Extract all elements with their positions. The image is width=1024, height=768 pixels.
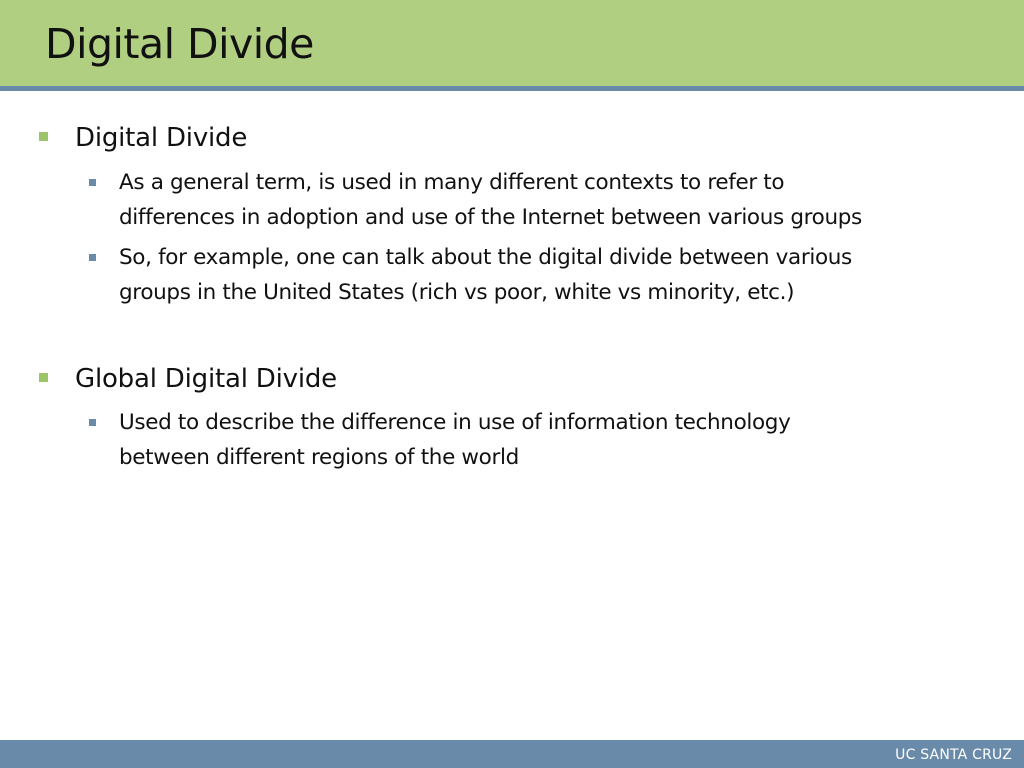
slide: Digital Divide Digital Divide As a gener… bbox=[0, 0, 1024, 768]
square-bullet-icon bbox=[39, 373, 48, 382]
footer-bar: UC SANTA CRUZ bbox=[0, 740, 1024, 768]
title-divider bbox=[0, 86, 1024, 91]
square-bullet-icon bbox=[89, 254, 96, 261]
bullet-heading: Global Digital Divide bbox=[75, 364, 337, 394]
text-line: groups in the United States (rich vs poo… bbox=[119, 280, 795, 305]
footer-label: UC SANTA CRUZ bbox=[895, 747, 1012, 763]
slide-title: Digital Divide bbox=[45, 20, 314, 68]
text-line: differences in adoption and use of the I… bbox=[119, 205, 862, 230]
text-line: So, for example, one can talk about the … bbox=[119, 245, 852, 270]
square-bullet-icon bbox=[89, 179, 96, 186]
bullet-heading: Digital Divide bbox=[75, 123, 248, 153]
sub-bullet-text: So, for example, one can talk about the … bbox=[119, 240, 999, 310]
square-bullet-icon bbox=[39, 132, 48, 141]
sub-bullet-text: Used to describe the difference in use o… bbox=[119, 405, 999, 475]
text-line: As a general term, is used in many diffe… bbox=[119, 170, 785, 195]
title-bar: Digital Divide bbox=[0, 0, 1024, 86]
sub-bullet-text: As a general term, is used in many diffe… bbox=[119, 165, 999, 235]
text-line: between different regions of the world bbox=[119, 445, 519, 470]
square-bullet-icon bbox=[89, 419, 96, 426]
text-line: Used to describe the difference in use o… bbox=[119, 410, 791, 435]
